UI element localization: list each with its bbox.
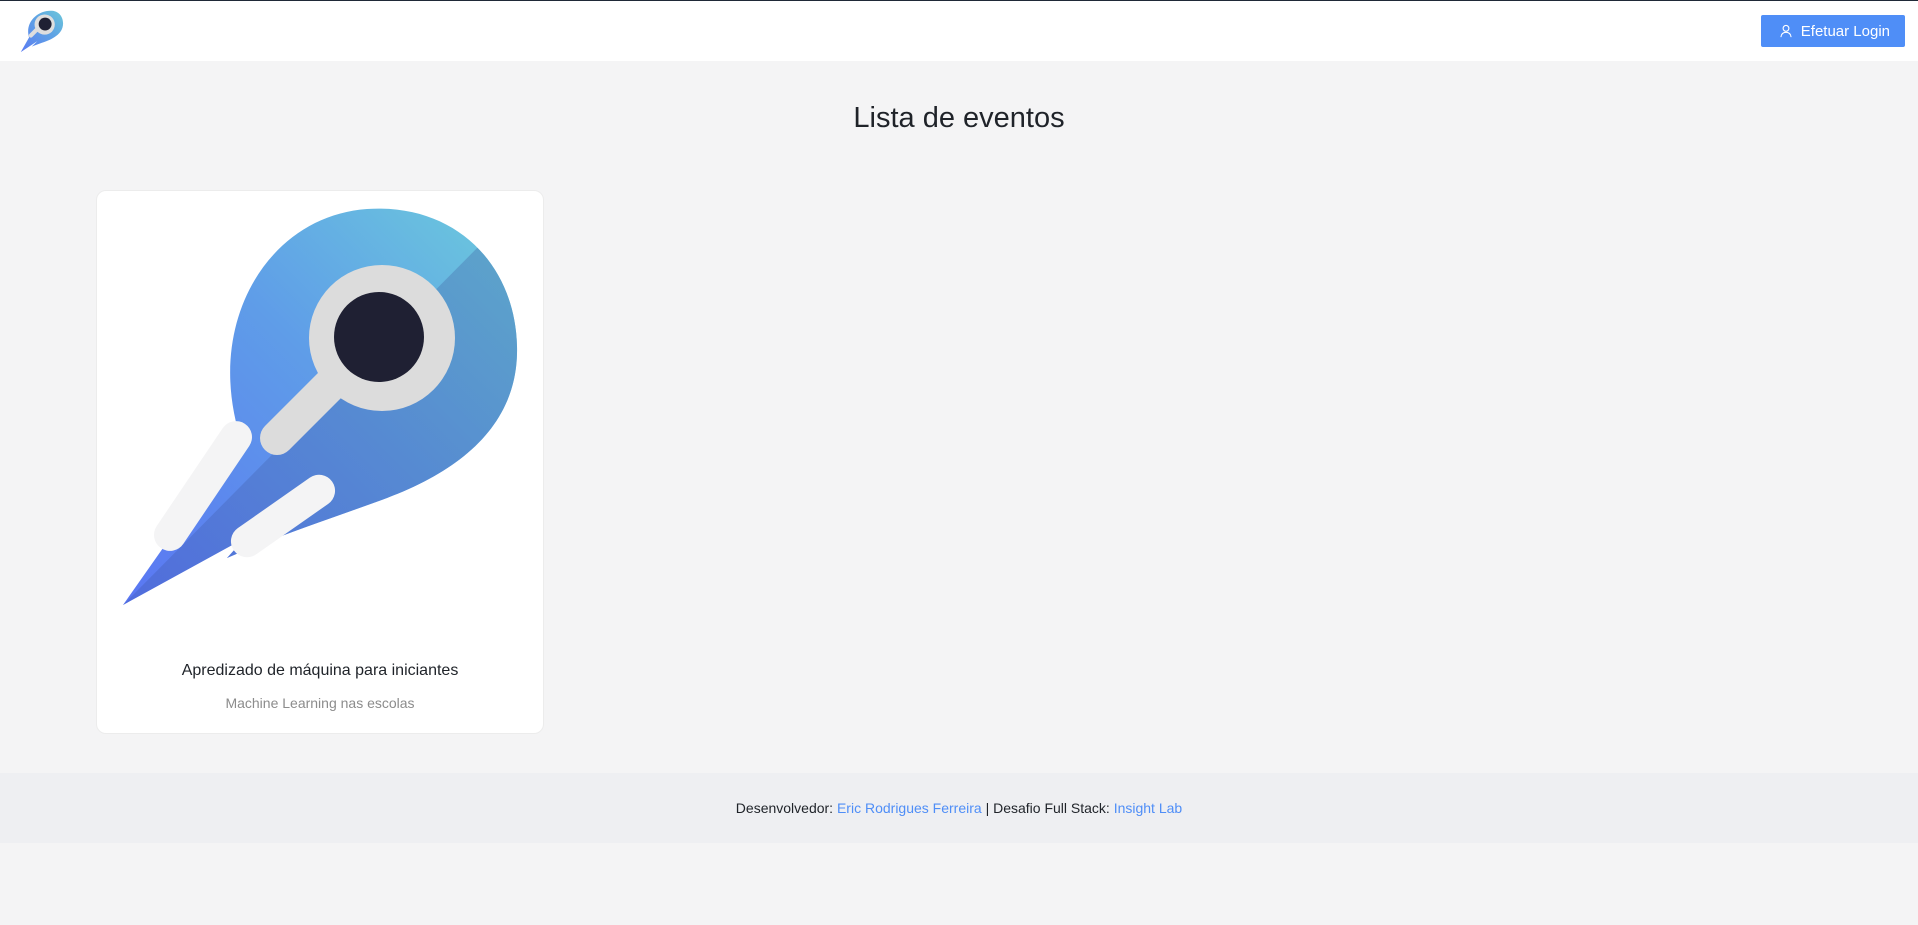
login-button-label: Efetuar Login (1800, 22, 1890, 40)
event-title: Apredizado de máquina para iniciantes (181, 662, 459, 679)
insight-lab-link[interactable]: Insight Lab (1114, 800, 1183, 816)
footer-separator: | Desafio Full Stack: (981, 800, 1114, 816)
page-title: Lista de eventos (853, 102, 1065, 134)
rocket-magnifier-logo[interactable] (18, 8, 64, 54)
event-subtitle: Machine Learning nas escolas (225, 695, 415, 711)
developer-link[interactable]: Eric Rodrigues Ferreira (837, 800, 982, 816)
login-button[interactable]: Efetuar Login (1760, 15, 1905, 47)
event-card[interactable]: Apredizado de máquina para iniciantes Ma… (96, 190, 544, 734)
event-image-rocket-logo (123, 208, 518, 606)
navbar: Efetuar Login (0, 1, 1918, 61)
footer: Desenvolvedor: Eric Rodrigues Ferreira |… (0, 773, 1918, 843)
user-icon (1780, 24, 1792, 38)
footer-developer-prefix: Desenvolvedor: (735, 800, 837, 816)
